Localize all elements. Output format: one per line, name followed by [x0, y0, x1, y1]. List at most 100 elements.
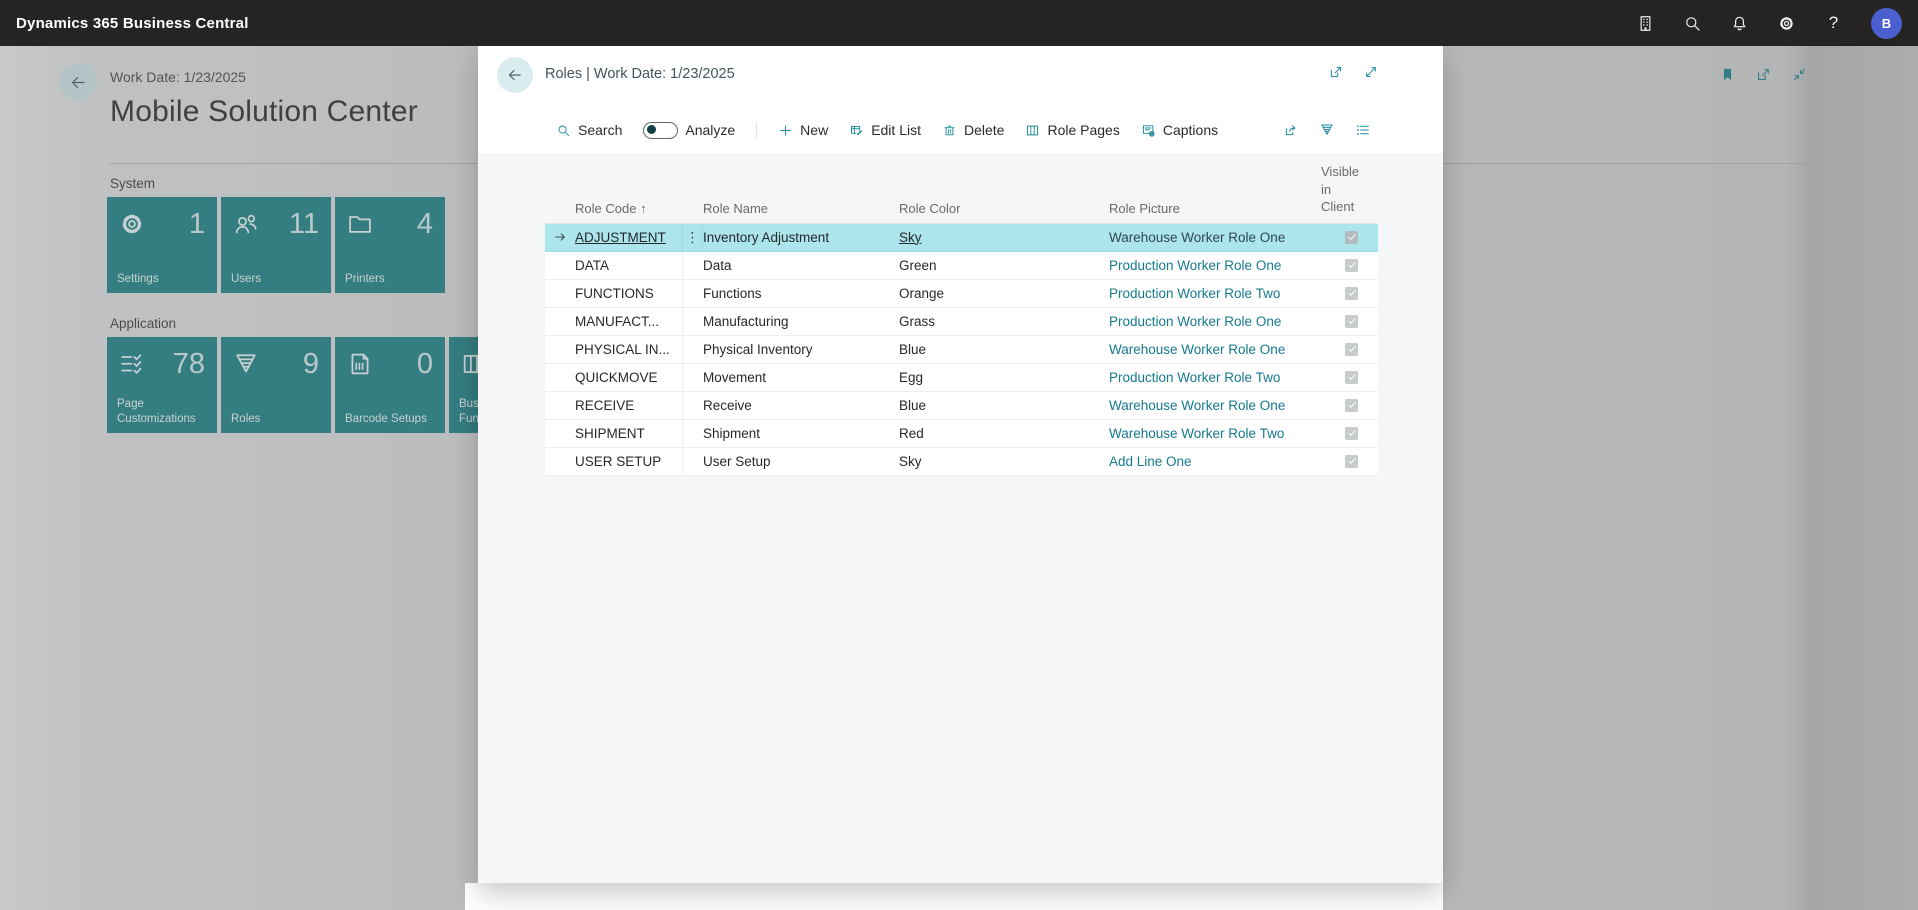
avatar[interactable]: B: [1871, 8, 1902, 39]
role-name-cell: Functions: [703, 280, 899, 307]
table-edit-icon: [849, 123, 864, 138]
role-color-cell[interactable]: Blue: [899, 392, 1109, 419]
role-color-cell[interactable]: Sky: [899, 448, 1109, 475]
visible-in-client-checkbox[interactable]: [1345, 259, 1358, 272]
column-header-role-picture[interactable]: Role Picture: [1109, 201, 1321, 216]
role-code-cell[interactable]: USER SETUP: [575, 448, 683, 475]
role-code-cell[interactable]: SHIPMENT: [575, 420, 683, 447]
table-row[interactable]: MANUFACT... ⋮ Manufacturing Grass Produc…: [545, 308, 1378, 336]
role-code-cell[interactable]: RECEIVE: [575, 392, 683, 419]
table-row[interactable]: PHYSICAL IN... ⋮ Physical Inventory Blue…: [545, 336, 1378, 364]
company-icon[interactable]: [1636, 14, 1655, 33]
role-picture-cell[interactable]: Warehouse Worker Role One: [1109, 224, 1321, 251]
role-color-cell[interactable]: Grass: [899, 308, 1109, 335]
row-options-icon[interactable]: ⋮: [683, 224, 703, 251]
role-color-cell[interactable]: Egg: [899, 364, 1109, 391]
table-row[interactable]: SHIPMENT ⋮ Shipment Red Warehouse Worker…: [545, 420, 1378, 448]
visible-in-client-cell: [1321, 280, 1378, 307]
captions-button[interactable]: Captions: [1141, 122, 1218, 138]
dialog-content: Role Code ↑ Role Name Role Color Role Pi…: [478, 153, 1443, 883]
role-picture-cell[interactable]: Production Worker Role Two: [1109, 364, 1321, 391]
app-title: Dynamics 365 Business Central: [16, 15, 249, 32]
column-header-role-name[interactable]: Role Name: [703, 201, 899, 216]
table-header-row: Role Code ↑ Role Name Role Color Role Pi…: [545, 153, 1378, 224]
role-picture-cell[interactable]: Warehouse Worker Role One: [1109, 336, 1321, 363]
role-picture-cell[interactable]: Production Worker Role One: [1109, 252, 1321, 279]
toolbar-separator: [756, 122, 757, 139]
sort-ascending-icon: ↑: [640, 201, 647, 216]
role-pages-button[interactable]: Role Pages: [1025, 122, 1119, 138]
table-row[interactable]: DATA ⋮ Data Green Production Worker Role…: [545, 252, 1378, 280]
table-row[interactable]: QUICKMOVE ⋮ Movement Egg Production Work…: [545, 364, 1378, 392]
role-picture-cell[interactable]: Warehouse Worker Role One: [1109, 392, 1321, 419]
role-name-cell: Data: [703, 252, 899, 279]
search-button[interactable]: Search: [556, 122, 622, 138]
help-icon[interactable]: ?: [1824, 13, 1843, 33]
role-name-cell: Shipment: [703, 420, 899, 447]
visible-in-client-checkbox[interactable]: [1345, 427, 1358, 440]
list-options-icon[interactable]: [1355, 122, 1371, 138]
visible-in-client-cell: [1321, 420, 1378, 447]
role-color-cell[interactable]: Green: [899, 252, 1109, 279]
notifications-icon[interactable]: [1730, 14, 1749, 33]
role-code-cell[interactable]: ADJUSTMENT: [575, 224, 683, 251]
role-code-cell[interactable]: QUICKMOVE: [575, 364, 683, 391]
column-header-role-code[interactable]: Role Code ↑: [575, 201, 683, 216]
share-icon[interactable]: [1283, 122, 1299, 138]
role-name-cell: Receive: [703, 392, 899, 419]
toolbar-right-icons: [1283, 122, 1371, 138]
visible-in-client-checkbox[interactable]: [1345, 399, 1358, 412]
columns-icon: [1025, 123, 1040, 138]
analyze-toggle[interactable]: Analyze: [643, 122, 735, 139]
role-code-cell[interactable]: PHYSICAL IN...: [575, 336, 683, 363]
column-header-role-color[interactable]: Role Color: [899, 201, 1109, 216]
search-icon: [556, 123, 571, 138]
toggle-switch[interactable]: [643, 122, 678, 139]
topbar-actions: ? B: [1636, 8, 1902, 39]
visible-in-client-cell: [1321, 308, 1378, 335]
visible-in-client-cell: [1321, 448, 1378, 475]
role-color-cell[interactable]: Blue: [899, 336, 1109, 363]
table-row[interactable]: ADJUSTMENT ⋮ Inventory Adjustment Sky Wa…: [545, 224, 1378, 252]
visible-in-client-checkbox[interactable]: [1345, 371, 1358, 384]
visible-in-client-checkbox[interactable]: [1345, 287, 1358, 300]
role-name-cell: Physical Inventory: [703, 336, 899, 363]
settings-icon[interactable]: [1777, 14, 1796, 33]
role-color-cell[interactable]: Red: [899, 420, 1109, 447]
role-code-cell[interactable]: DATA: [575, 252, 683, 279]
filter-icon[interactable]: [1319, 122, 1335, 138]
edit-list-button[interactable]: Edit List: [849, 122, 921, 138]
visible-in-client-cell: [1321, 336, 1378, 363]
table-row[interactable]: FUNCTIONS ⋮ Functions Orange Production …: [545, 280, 1378, 308]
role-name-cell: User Setup: [703, 448, 899, 475]
dialog-toolbar: Search Analyze New Edit List Delete Role…: [478, 115, 1443, 145]
top-app-bar: Dynamics 365 Business Central ? B: [0, 0, 1918, 46]
open-in-new-window-icon[interactable]: [1328, 64, 1344, 80]
role-picture-cell[interactable]: Add Line One: [1109, 448, 1321, 475]
visible-in-client-checkbox[interactable]: [1345, 455, 1358, 468]
role-code-cell[interactable]: MANUFACT...: [575, 308, 683, 335]
table-row[interactable]: USER SETUP ⋮ User Setup Sky Add Line One: [545, 448, 1378, 476]
role-picture-cell[interactable]: Production Worker Role One: [1109, 308, 1321, 335]
dialog-window-controls: [1328, 64, 1379, 80]
dialog-title: Roles | Work Date: 1/23/2025: [545, 66, 735, 82]
dialog-back-button[interactable]: [497, 57, 533, 93]
column-header-visible-in-client[interactable]: Visible in Client: [1321, 163, 1367, 216]
visible-in-client-checkbox[interactable]: [1345, 231, 1358, 244]
table-row[interactable]: RECEIVE ⋮ Receive Blue Warehouse Worker …: [545, 392, 1378, 420]
trash-icon: [942, 123, 957, 138]
maximize-icon[interactable]: [1363, 64, 1379, 80]
role-name-cell: Manufacturing: [703, 308, 899, 335]
visible-in-client-checkbox[interactable]: [1345, 343, 1358, 356]
role-code-cell[interactable]: FUNCTIONS: [575, 280, 683, 307]
role-picture-cell[interactable]: Warehouse Worker Role Two: [1109, 420, 1321, 447]
visible-in-client-checkbox[interactable]: [1345, 315, 1358, 328]
new-button[interactable]: New: [778, 122, 828, 138]
delete-button[interactable]: Delete: [942, 122, 1004, 138]
search-icon[interactable]: [1683, 14, 1702, 33]
role-color-cell[interactable]: Sky: [899, 224, 1109, 251]
dialog-header: Roles | Work Date: 1/23/2025: [478, 45, 1443, 103]
selected-row-arrow-icon: [545, 224, 575, 251]
role-picture-cell[interactable]: Production Worker Role Two: [1109, 280, 1321, 307]
role-color-cell[interactable]: Orange: [899, 280, 1109, 307]
